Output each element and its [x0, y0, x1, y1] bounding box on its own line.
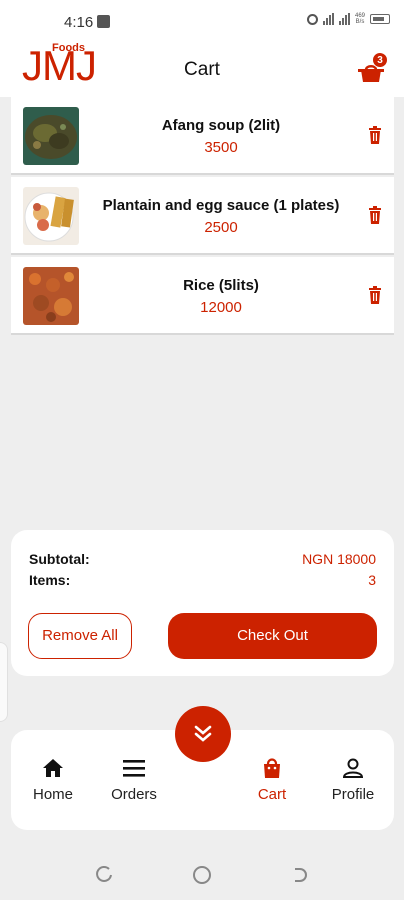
- item-price: 12000: [200, 299, 242, 316]
- signal-icon: [322, 13, 334, 25]
- cart-item[interactable]: Plantain and egg sauce (1 plates) 2500: [11, 177, 394, 255]
- item-name: Afang soup (2lit): [161, 117, 281, 134]
- trash-icon[interactable]: [368, 206, 382, 224]
- trash-icon[interactable]: [368, 286, 382, 304]
- cart-item[interactable]: Rice (5lits) 12000: [11, 257, 394, 335]
- remove-all-button[interactable]: Remove All: [28, 613, 132, 659]
- nav-profile[interactable]: Profile: [318, 756, 388, 803]
- home-icon: [43, 759, 63, 777]
- nav-cart[interactable]: Cart: [237, 756, 307, 803]
- page-title: Cart: [184, 59, 220, 80]
- status-time: 4:16: [64, 14, 94, 31]
- sim-icon: [97, 15, 110, 28]
- status-bar: 4:16 469 B/s: [0, 0, 404, 40]
- network-speed: 469 B/s: [354, 13, 365, 25]
- battery-icon: [370, 14, 390, 24]
- trash-icon[interactable]: [368, 126, 382, 144]
- item-name: Rice (5lits): [183, 277, 259, 294]
- home-button-icon[interactable]: [192, 865, 212, 885]
- nav-label: Profile: [331, 786, 375, 803]
- checkout-button[interactable]: Check Out: [168, 613, 377, 659]
- menu-icon: [123, 760, 145, 777]
- status-icons: 469 B/s: [306, 13, 390, 25]
- shopping-bag-icon: [264, 758, 280, 778]
- nav-label: Cart: [257, 786, 287, 803]
- header-cart-button[interactable]: 3: [358, 52, 388, 84]
- edge-panel-handle[interactable]: [0, 642, 8, 722]
- logo-subtext: Foods: [52, 42, 85, 54]
- item-price: 3500: [204, 139, 238, 156]
- collapse-fab[interactable]: [175, 706, 231, 762]
- items-value: 3: [368, 572, 376, 588]
- system-nav-bar: [0, 850, 404, 900]
- item-image: [23, 107, 79, 165]
- cart-item[interactable]: Afang soup (2lit) 3500: [11, 97, 394, 175]
- subtotal-label: Subtotal:: [29, 551, 90, 567]
- cart-count-badge: 3: [372, 52, 388, 68]
- signal-icon-2: [338, 13, 350, 25]
- item-price: 2500: [204, 219, 238, 236]
- back-icon[interactable]: [290, 865, 310, 885]
- recents-icon[interactable]: [94, 865, 114, 885]
- item-image: [23, 267, 79, 325]
- person-icon: [342, 758, 364, 778]
- item-name: Plantain and egg sauce (1 plates): [102, 197, 340, 214]
- nav-home[interactable]: Home: [18, 756, 88, 803]
- item-image: [23, 187, 79, 245]
- app-header: JMJ Foods Cart 3: [0, 40, 404, 97]
- nav-label: Home: [32, 786, 73, 803]
- double-chevron-down-icon: [194, 725, 212, 742]
- items-label: Items:: [29, 572, 71, 588]
- nav-label: Orders: [111, 786, 157, 803]
- subtotal-value: NGN 18000: [302, 551, 376, 567]
- nav-orders[interactable]: Orders: [99, 756, 169, 803]
- cart-summary: Subtotal: NGN 18000 Items: 3 Remove All …: [11, 530, 394, 676]
- alarm-icon: [306, 13, 318, 25]
